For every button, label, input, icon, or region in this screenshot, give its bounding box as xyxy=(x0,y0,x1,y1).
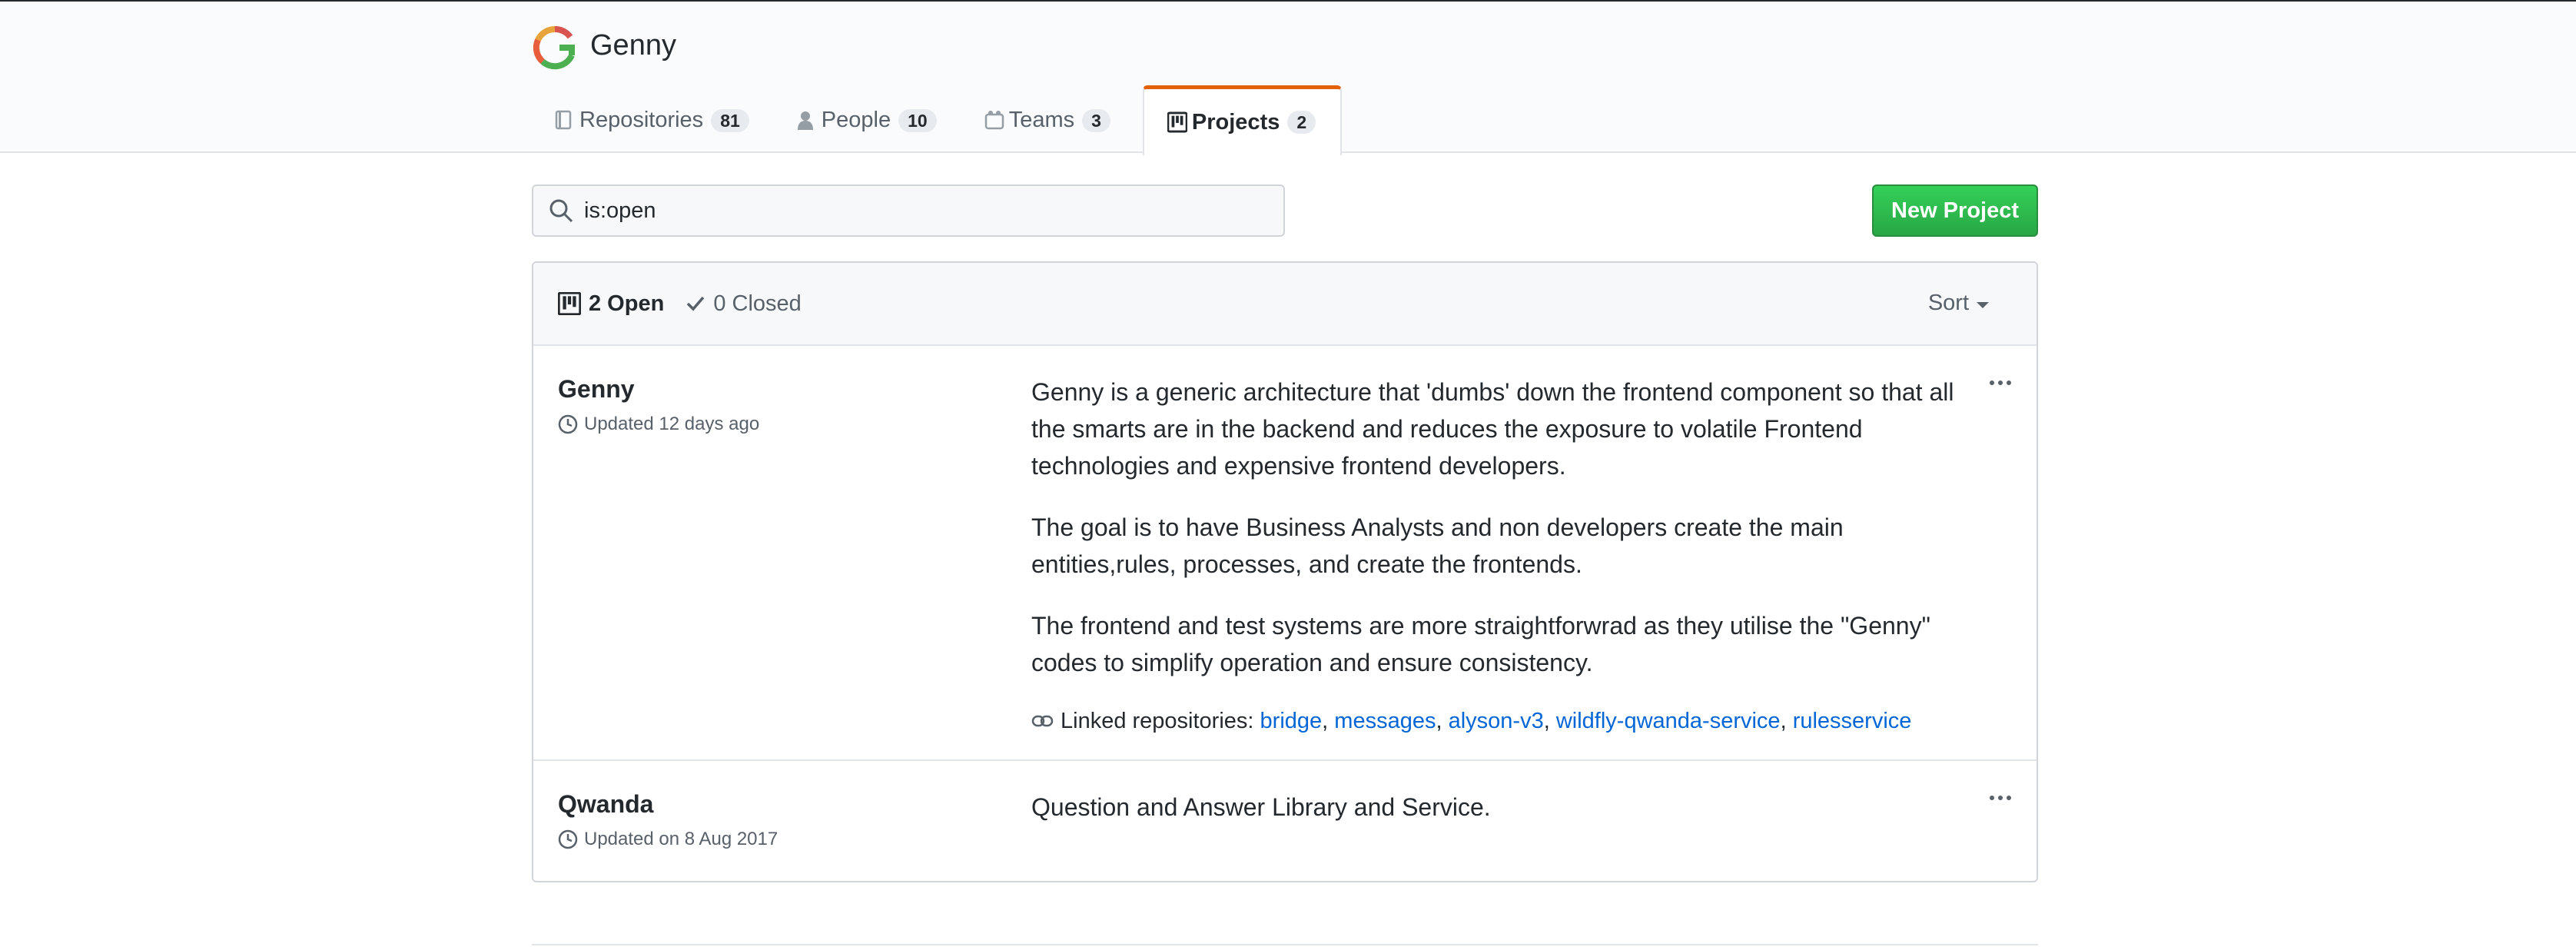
project-row: Qwanda Updated on 8 Aug 2017 Question an… xyxy=(533,761,2037,881)
linked-repo-link[interactable]: wildfly-qwanda-service xyxy=(1556,706,1781,736)
person-icon xyxy=(797,109,817,132)
tab-repositories[interactable]: Repositories 81 xyxy=(532,86,774,155)
search-input[interactable] xyxy=(584,198,1260,224)
project-updated: Updated on 8 Aug 2017 xyxy=(558,829,778,850)
tab-label: People xyxy=(821,108,891,132)
project-name[interactable]: Qwanda xyxy=(558,790,653,819)
filter-open[interactable]: 2 Open xyxy=(558,291,664,317)
search-icon xyxy=(549,198,573,223)
projects-list-header: 2 Open 0 Closed Sort xyxy=(533,263,2037,346)
description-paragraph: The goal is to have Business Analysts an… xyxy=(1031,513,1844,578)
filter-closed[interactable]: 0 Closed xyxy=(685,291,802,317)
check-icon xyxy=(685,294,705,314)
projects-list: 2 Open 0 Closed Sort Genny Updated 12 da… xyxy=(532,261,2038,882)
description-paragraph: Question and Answer Library and Service. xyxy=(1031,793,1491,821)
more-options-icon[interactable] xyxy=(1989,792,2012,806)
project-row: Genny Updated 12 days ago Genny is a gen… xyxy=(533,346,2037,761)
tab-counter: 3 xyxy=(1082,108,1110,132)
linked-repo-link[interactable]: alyson-v3 xyxy=(1449,706,1544,736)
description-paragraph: The frontend and test systems are more s… xyxy=(1031,612,1930,676)
tab-people[interactable]: People 10 xyxy=(774,86,961,155)
updated-text: Updated on 8 Aug 2017 xyxy=(584,829,778,849)
org-logo[interactable] xyxy=(532,25,578,71)
tab-label: Projects xyxy=(1191,109,1280,135)
linked-label: Linked repositories: xyxy=(1061,709,1254,733)
org-name[interactable]: Genny xyxy=(590,29,676,62)
sort-label: Sort xyxy=(1927,291,1969,315)
updated-text: Updated 12 days ago xyxy=(584,414,760,434)
tab-label: Repositories xyxy=(579,108,704,132)
project-icon xyxy=(1167,111,1187,134)
org-header: Genny Repositories 81 People 10 Teams 3 xyxy=(0,2,2576,155)
tab-counter: 2 xyxy=(1287,111,1316,134)
tab-projects[interactable]: Projects 2 xyxy=(1142,85,1343,155)
linked-repositories: Linked repositories: bridge, messages, a… xyxy=(1031,706,1984,736)
tab-counter: 81 xyxy=(711,108,749,132)
org-tabs: Repositories 81 People 10 Teams 3 Projec… xyxy=(532,85,1343,155)
footer-divider xyxy=(532,944,2038,945)
project-icon xyxy=(558,292,581,315)
tab-label: Teams xyxy=(1008,108,1075,132)
project-search[interactable] xyxy=(532,184,1285,237)
project-description: Genny is a generic architecture that 'du… xyxy=(1031,374,1984,736)
repo-icon xyxy=(555,109,575,132)
project-name[interactable]: Genny xyxy=(558,375,635,404)
project-updated: Updated 12 days ago xyxy=(558,414,759,435)
filter-open-label: 2 Open xyxy=(589,291,665,316)
linked-repo-link[interactable]: messages xyxy=(1334,706,1436,736)
clock-icon xyxy=(558,829,578,849)
new-project-button[interactable]: New Project xyxy=(1872,184,2038,237)
caret-down-icon xyxy=(1977,301,1989,308)
project-description: Question and Answer Library and Service. xyxy=(1031,789,1984,850)
linked-repo-link[interactable]: rulesservice xyxy=(1793,706,1912,736)
description-paragraph: Genny is a generic architecture that 'du… xyxy=(1031,378,1954,480)
more-options-icon[interactable] xyxy=(1989,377,2012,390)
linked-repo-link[interactable]: bridge xyxy=(1260,706,1323,736)
sort-dropdown[interactable]: Sort xyxy=(1928,291,1989,316)
tab-teams[interactable]: Teams 3 xyxy=(961,86,1135,155)
team-icon xyxy=(984,109,1004,132)
clock-icon xyxy=(558,414,578,434)
tab-counter: 10 xyxy=(898,108,937,132)
link-icon xyxy=(1031,713,1054,729)
filter-closed-label: 0 Closed xyxy=(713,291,802,316)
